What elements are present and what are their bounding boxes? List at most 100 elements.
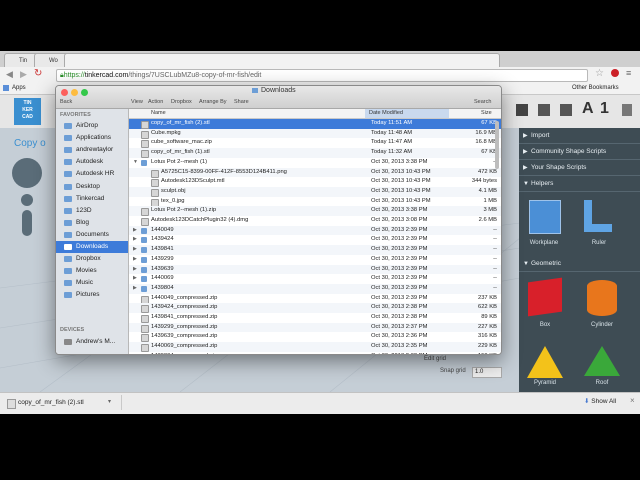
edit-grid-button[interactable]: Edit grid: [424, 356, 446, 362]
disclosure-closed-icon[interactable]: ▶: [133, 235, 137, 245]
design-title[interactable]: Copy o: [14, 138, 46, 149]
sidebar-item-tinkercad[interactable]: Tinkercad: [56, 193, 128, 205]
file-row[interactable]: copy_of_mr_fish (1).stl Today 11:32 AM 67 …: [129, 148, 501, 159]
tinkercad-logo[interactable]: TIN KER CAD: [14, 98, 41, 125]
sidebar-item-autodesk[interactable]: Autodesk: [56, 156, 128, 168]
file-row[interactable]: ▼ Lotus Pot 2--mesh (1) Oct 30, 2013 3:38 …: [129, 158, 501, 168]
file-row[interactable]: copy_of_mr_fish (2).stl Today 11:51 AM 67 …: [129, 119, 501, 129]
star-icon[interactable]: ☆: [595, 68, 604, 79]
disclosure-open-icon[interactable]: ▼: [133, 158, 138, 168]
panel-row-import[interactable]: ▶ Import: [519, 128, 640, 144]
close-icon[interactable]: [61, 89, 68, 96]
file-row[interactable]: 1440069_compressed.zip Oct 30, 2013 2:35 …: [129, 342, 501, 353]
ruler-helper[interactable]: [584, 200, 612, 232]
file-row[interactable]: Cube.mpkg Today 11:48 AM 16.9 MB: [129, 128, 501, 139]
panel-row-your-scripts[interactable]: ▶ Your Shape Scripts: [519, 160, 640, 176]
number-tool[interactable]: 1: [600, 100, 609, 118]
action-button[interactable]: Action: [148, 99, 163, 105]
dropbox-button[interactable]: Dropbox: [171, 99, 192, 105]
disclosure-closed-icon[interactable]: ▶: [133, 284, 137, 294]
download-item[interactable]: copy_of_mr_fish (2).stl ▾: [4, 395, 122, 410]
search-field[interactable]: Search: [474, 99, 491, 105]
sidebar-item-autodesk-hr[interactable]: Autodesk HR: [56, 168, 128, 180]
home-view-icon[interactable]: [21, 194, 33, 206]
sidebar-item-123d[interactable]: 123D: [56, 205, 128, 217]
file-row[interactable]: Autodesk123DSculpt.mtl Oct 30, 2013 10:43…: [129, 177, 501, 188]
file-row[interactable]: ▶ 1439424 Oct 30, 2013 2:39 PM --: [129, 235, 501, 245]
share-button[interactable]: Share: [234, 99, 249, 105]
sidebar-item-movies[interactable]: Movies: [56, 265, 128, 277]
panel-row-geometric[interactable]: ▼ Geometric: [519, 256, 640, 272]
disclosure-closed-icon[interactable]: ▶: [133, 226, 137, 236]
file-row[interactable]: Autodesk123DCatchPlugin32 (4).dmg Oct 30,…: [129, 216, 501, 226]
reload-icon[interactable]: ↻: [34, 68, 42, 79]
file-row[interactable]: A5725C15-8399-00FF-412F-8553D124B411.png…: [129, 167, 501, 178]
sidebar-item-device[interactable]: Andrew's M...: [56, 336, 128, 348]
view-button[interactable]: View: [131, 99, 143, 105]
address-bar[interactable]: 🔒︎https://tinkercad.com/things/7USCLubMZ…: [56, 69, 588, 82]
file-row[interactable]: 1440049_compressed.zip Oct 30, 2013 2:39 …: [129, 294, 501, 304]
pyramid-shape[interactable]: [527, 346, 563, 378]
chevron-down-icon[interactable]: ▾: [108, 395, 111, 410]
other-bookmarks[interactable]: Other Bookmarks: [572, 83, 619, 94]
zoom-icon[interactable]: [81, 89, 88, 96]
file-row[interactable]: Lotus Pot 2--mesh (1).zip Oct 30, 2013 3:…: [129, 206, 501, 217]
file-row[interactable]: ▶ 1439804 Oct 30, 2013 2:39 PM --: [129, 283, 501, 294]
file-row[interactable]: ▶ 1439841 Oct 30, 2013 2:39 PM --: [129, 245, 501, 255]
sidebar-item-blog[interactable]: Blog: [56, 217, 128, 229]
file-row[interactable]: 1439804_compressed.zip Oct 30, 2013 2:32 …: [129, 352, 501, 354]
file-row[interactable]: ▶ 1439639 Oct 30, 2013 2:39 PM --: [129, 264, 501, 275]
download-icon[interactable]: [622, 104, 632, 116]
roof-shape[interactable]: [584, 346, 620, 376]
sidebar-item-andrewtaylor[interactable]: andrewtaylor: [56, 144, 128, 156]
browser-tab-active[interactable]: [64, 53, 500, 68]
menu-icon[interactable]: ≡: [626, 68, 631, 78]
file-row[interactable]: sculpt.obj Oct 30, 2013 10:43 PM 4.1 MB: [129, 186, 501, 197]
arrange-button[interactable]: Arrange By: [199, 99, 227, 105]
disclosure-closed-icon[interactable]: ▶: [133, 274, 137, 284]
bookmark-apps[interactable]: Apps: [12, 83, 26, 94]
panel-row-helpers[interactable]: ▼ Helpers: [519, 176, 640, 192]
name-column-header[interactable]: Name: [151, 109, 166, 118]
file-row[interactable]: 1439299_compressed.zip Oct 30, 2013 2:37 …: [129, 322, 501, 333]
date-column-header[interactable]: Date Modified: [365, 109, 449, 118]
close-download-bar-icon[interactable]: ×: [630, 396, 635, 405]
disclosure-closed-icon[interactable]: ▶: [133, 245, 137, 255]
sidebar-item-downloads[interactable]: Downloads: [56, 241, 128, 253]
pinterest-icon[interactable]: [611, 69, 619, 77]
sidebar-item-music[interactable]: Music: [56, 277, 128, 289]
panel-row-community-scripts[interactable]: ▶ Community Shape Scripts: [519, 144, 640, 160]
cubes-icon[interactable]: [560, 104, 572, 116]
snap-grid-select[interactable]: 1.0: [472, 367, 502, 378]
disclosure-closed-icon[interactable]: ▶: [133, 265, 137, 275]
sidebar-item-pictures[interactable]: Pictures: [56, 289, 128, 301]
minimize-icon[interactable]: [71, 89, 78, 96]
disclosure-closed-icon[interactable]: ▶: [133, 255, 137, 265]
box-shape[interactable]: [528, 277, 562, 317]
show-all-button[interactable]: ⬇ Show All: [584, 395, 634, 409]
size-column-header[interactable]: Size: [481, 109, 492, 118]
file-row[interactable]: 1439841_compressed.zip Oct 30, 2013 2:38 …: [129, 313, 501, 323]
file-row[interactable]: 1439639_compressed.zip Oct 30, 2013 2:36 …: [129, 332, 501, 343]
back-icon[interactable]: ◀: [6, 69, 13, 80]
sidebar-item-airdrop[interactable]: AirDrop: [56, 120, 128, 132]
cylinder-shape[interactable]: [587, 280, 617, 316]
scrollbar[interactable]: [495, 121, 499, 169]
file-row[interactable]: ▶ 1440069 Oct 30, 2013 2:39 PM --: [129, 274, 501, 284]
grid-icon[interactable]: [516, 104, 528, 116]
sidebar-item-documents[interactable]: Documents: [56, 229, 128, 241]
file-row[interactable]: tex_0.jpg Oct 30, 2013 10:43 PM 1 MB: [129, 197, 501, 207]
sidebar-item-applications[interactable]: Applications: [56, 132, 128, 144]
workplane-helper[interactable]: [529, 200, 561, 234]
view-cube-control[interactable]: [12, 158, 42, 188]
sidebar-item-desktop[interactable]: Desktop: [56, 181, 128, 193]
back-button[interactable]: Back: [60, 99, 72, 105]
file-row[interactable]: ▶ 1439299 Oct 30, 2013 2:39 PM --: [129, 255, 501, 265]
text-tool[interactable]: A: [582, 100, 594, 118]
sidebar-item-dropbox[interactable]: Dropbox: [56, 253, 128, 265]
forward-icon[interactable]: ▶: [20, 69, 27, 80]
zoom-slider[interactable]: [22, 210, 32, 236]
file-row[interactable]: ▶ 1440049 Oct 30, 2013 2:39 PM --: [129, 225, 501, 236]
file-row[interactable]: 1439424_compressed.zip Oct 30, 2013 2:38 …: [129, 303, 501, 314]
file-row[interactable]: cube_software_mac.zip Today 11:47 AM 16.8 …: [129, 138, 501, 149]
